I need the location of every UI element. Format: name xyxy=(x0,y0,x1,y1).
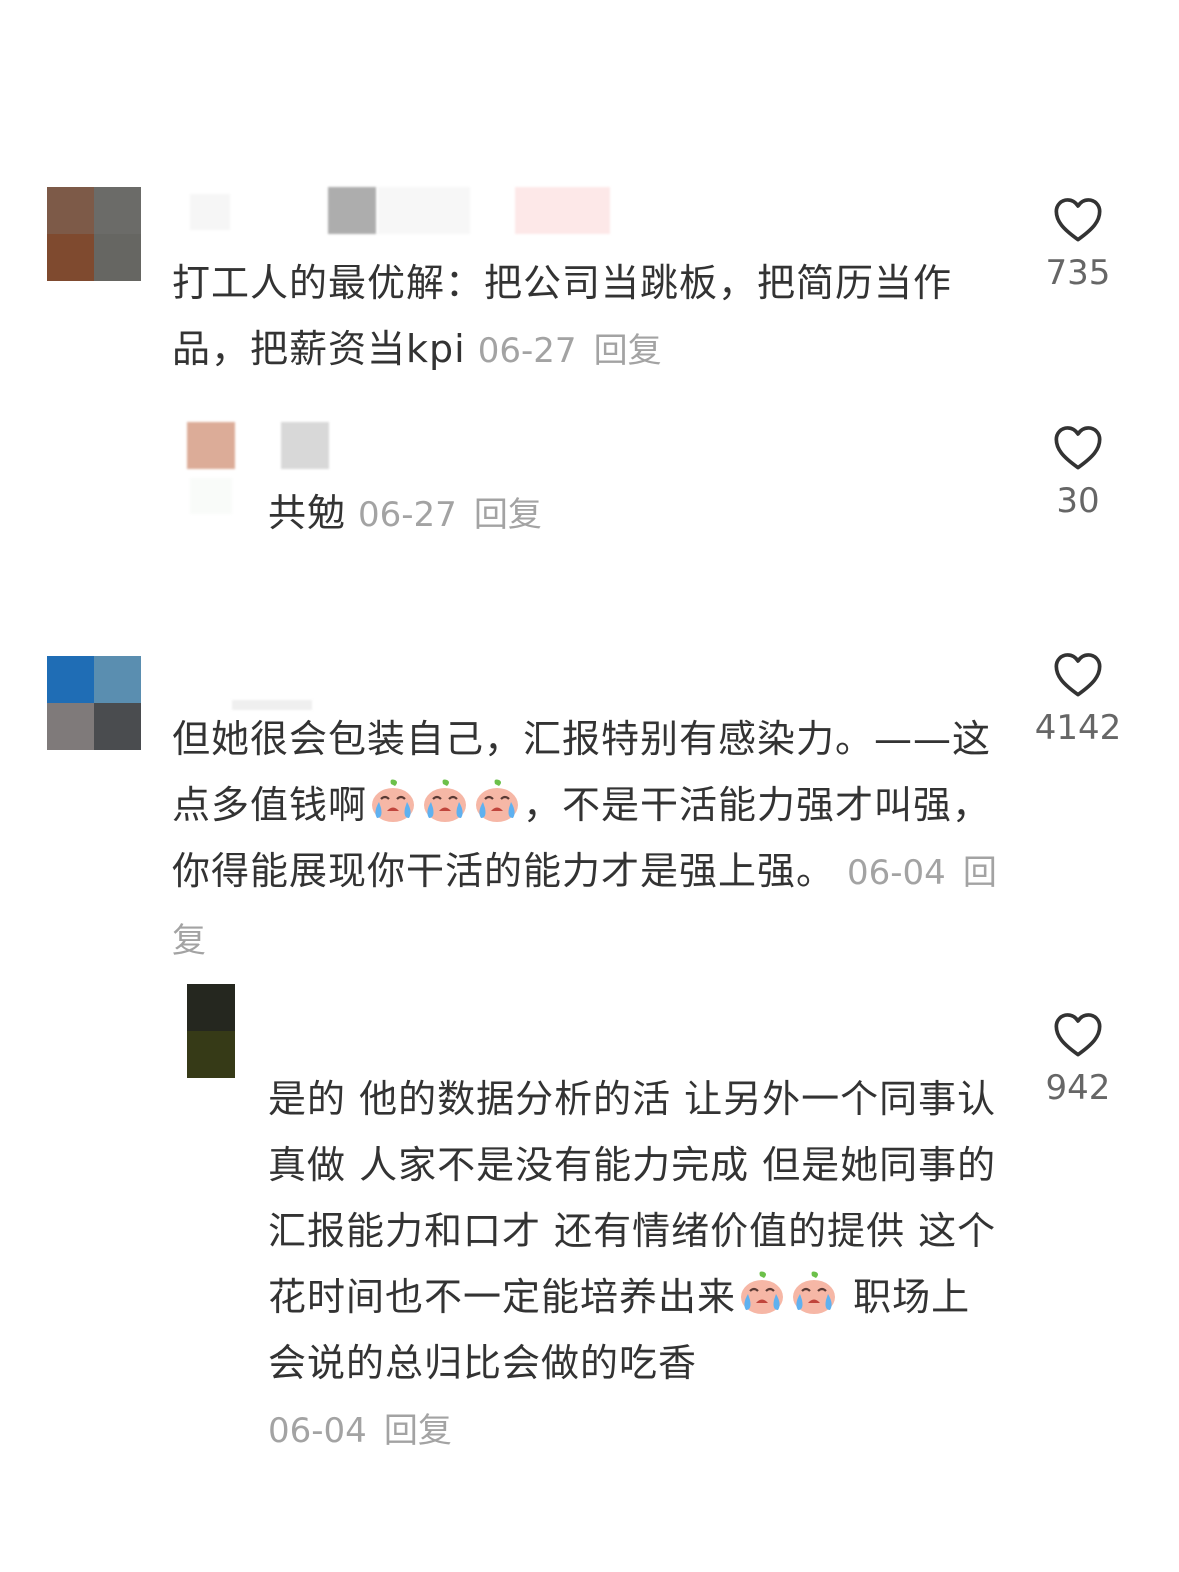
like-count: 942 xyxy=(1045,1068,1111,1108)
comment-date: 06-27 xyxy=(477,331,577,371)
comment-text: 打工人的最优解：把公司当跳板，把简历当作品，把薪资当kpi 06-27 回复 xyxy=(172,261,953,371)
crying-face-emoji-icon xyxy=(367,779,523,827)
crying-face-emoji-icon xyxy=(736,1271,840,1319)
heart-outline-icon xyxy=(1054,198,1102,242)
avatar[interactable] xyxy=(187,984,235,1078)
reply-button[interactable]: 回复 xyxy=(594,331,662,371)
like-count: 4142 xyxy=(1034,708,1122,748)
username-redacted[interactable] xyxy=(515,187,610,234)
username-redacted[interactable] xyxy=(190,194,230,230)
reply-button[interactable]: 回复 xyxy=(474,495,542,535)
heart-outline-icon xyxy=(1054,1013,1102,1057)
heart-outline-icon xyxy=(1054,653,1102,697)
avatar[interactable] xyxy=(187,422,235,469)
username-redacted[interactable] xyxy=(328,187,376,234)
reply-date: 06-27 xyxy=(358,495,457,535)
reply-text: 是的 他的数据分析的活 让另外一个同事认真做 人家不是没有能力完成 但是她同事的… xyxy=(268,1077,997,1451)
username-redacted[interactable] xyxy=(281,422,329,469)
like-count: 735 xyxy=(1045,253,1111,293)
like-button[interactable]: 30 xyxy=(1028,423,1128,521)
username-redacted[interactable] xyxy=(378,187,470,234)
avatar[interactable] xyxy=(47,656,141,750)
like-button[interactable]: 942 xyxy=(1028,1010,1128,1108)
avatar[interactable] xyxy=(47,187,141,281)
username-redacted[interactable] xyxy=(190,478,232,514)
like-button[interactable]: 735 xyxy=(1028,195,1128,293)
comment-date: 06-04 xyxy=(847,853,946,893)
reply-date: 06-04 xyxy=(268,1411,367,1451)
heart-outline-icon xyxy=(1054,426,1102,470)
reply-text: 共勉 06-27 回复 xyxy=(268,491,542,535)
reply-button[interactable]: 回复 xyxy=(384,1411,452,1451)
like-button[interactable]: 4142 xyxy=(1028,650,1128,748)
like-count: 30 xyxy=(1056,481,1100,521)
comment-text: 但她很会包装自己，汇报特别有感染力。——这点多值钱啊 ，不是干活能力强才叫强，你得… xyxy=(172,717,997,961)
